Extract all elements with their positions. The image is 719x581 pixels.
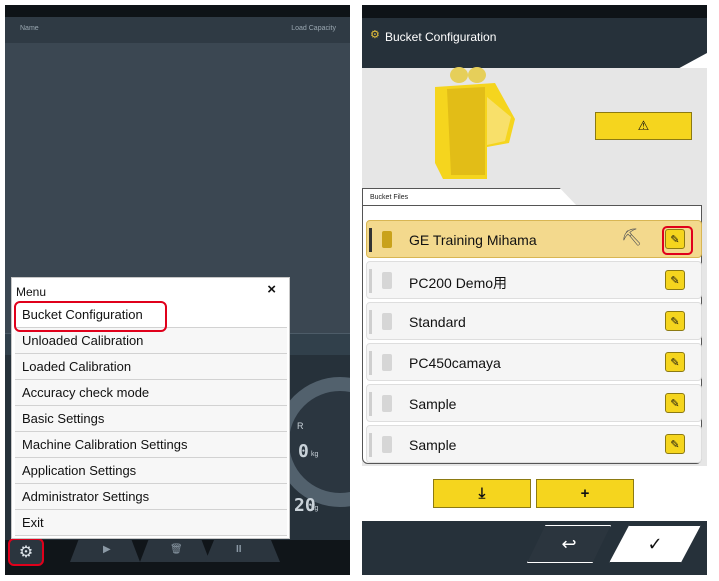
menu-item-application-settings[interactable]: Application Settings (15, 458, 287, 484)
settings-button[interactable]: ⚙ (8, 538, 44, 566)
list-item[interactable]: Sample ✎ (366, 425, 702, 463)
close-icon[interactable]: × (267, 281, 276, 298)
bucket-file-icon (382, 354, 392, 371)
file-name: Standard (409, 314, 466, 330)
file-name: Sample (409, 396, 457, 412)
import-icon: ⤓ (478, 485, 486, 502)
selection-bar (369, 351, 372, 375)
menu-item-loaded-calibration[interactable]: Loaded Calibration (15, 354, 287, 380)
gear-icon: ⚙ (18, 544, 34, 561)
bucket-file-icon (382, 272, 392, 289)
pause-segment[interactable] (205, 540, 280, 562)
menu-item-machine-calibration[interactable]: Machine Calibration Settings (15, 432, 287, 458)
menu-item-exit[interactable]: Exit (15, 510, 287, 536)
bucket-file-icon (382, 231, 392, 248)
bucket-illustration-icon (435, 67, 515, 179)
name-column-label: Name (20, 25, 39, 32)
page-title: Bucket Configuration (385, 30, 497, 44)
edit-button[interactable]: ✎ (665, 393, 685, 413)
selection-bar (369, 228, 372, 252)
list-item[interactable]: PC200 Demo用 ✎ (366, 261, 702, 299)
check-icon: ✓ (647, 533, 663, 554)
edit-button[interactable]: ✎ (665, 311, 685, 331)
list-header: Name Load Capacity (5, 17, 350, 43)
bucket-shape-button[interactable]: ⚠ (595, 112, 692, 140)
bucket-file-icon (382, 436, 392, 453)
header-wedge (362, 53, 707, 68)
file-name: PC450camaya (409, 355, 501, 371)
status-bar (362, 5, 707, 18)
bucket-shape-icon: ⚠ (637, 118, 650, 133)
play-icon[interactable]: ▶ (103, 544, 111, 555)
file-name: PC200 Demo用 (409, 275, 508, 291)
import-button[interactable]: ⤓ (433, 479, 531, 508)
list-item[interactable]: PC450camaya ✎ (366, 343, 702, 381)
pause-icon[interactable]: II (236, 544, 242, 555)
return-icon: ↩ (561, 533, 577, 554)
menu-item-list: Bucket Configuration Unloaded Calibratio… (14, 301, 287, 536)
active-bucket-icon: ⛏ (621, 228, 643, 247)
gear-icon: ⚙ (370, 29, 380, 41)
menu-item-administrator-settings[interactable]: Administrator Settings (15, 484, 287, 510)
selection-bar (369, 310, 372, 334)
edit-button[interactable]: ✎ (665, 434, 685, 454)
gauge-r-label: R (297, 421, 304, 431)
bucket-files-list: GE Training Mihama ⛏ ✎ PC200 Demo用 ✎ Sta… (362, 205, 702, 464)
bucket-files-tab: Bucket Files (362, 188, 577, 206)
edit-button[interactable]: ✎ (665, 270, 685, 290)
bucket-file-icon (382, 313, 392, 330)
list-item[interactable]: Standard ✎ (366, 302, 702, 340)
edit-highlight (662, 226, 693, 255)
menu-item-basic-settings[interactable]: Basic Settings (15, 406, 287, 432)
edit-button[interactable]: ✎ (665, 352, 685, 372)
selection-bar (369, 269, 372, 293)
menu-item-accuracy-check[interactable]: Accuracy check mode (15, 380, 287, 406)
gauge-value-top: 0 (298, 441, 309, 462)
add-button[interactable]: + (536, 479, 634, 508)
bucket-file-icon (382, 395, 392, 412)
plus-icon: + (580, 485, 590, 502)
list-item[interactable]: Sample ✎ (366, 384, 702, 422)
status-bar (5, 5, 350, 17)
trash-icon[interactable]: 🗑 (170, 544, 183, 555)
load-capacity-column-label: Load Capacity (291, 25, 336, 32)
selection-bar (369, 433, 372, 457)
page-header: ⚙ Bucket Configuration (362, 18, 707, 53)
list-item[interactable]: GE Training Mihama ⛏ ✎ (366, 220, 702, 258)
selection-bar (369, 392, 372, 416)
gauge-unit-bottom: kg (311, 505, 319, 512)
file-name: GE Training Mihama (409, 232, 537, 248)
bucket-files-label: Bucket Files (370, 194, 409, 201)
menu-item-bucket-configuration[interactable]: Bucket Configuration (14, 301, 287, 332)
file-name: Sample (409, 437, 457, 453)
settings-menu: Menu × Bucket Configuration Unloaded Cal… (11, 277, 290, 539)
gauge-unit-top: kg (311, 451, 319, 458)
right-screen: ⚙ Bucket Configuration ⚠ Bucket Files GE… (362, 5, 707, 575)
menu-title: Menu (16, 285, 47, 299)
